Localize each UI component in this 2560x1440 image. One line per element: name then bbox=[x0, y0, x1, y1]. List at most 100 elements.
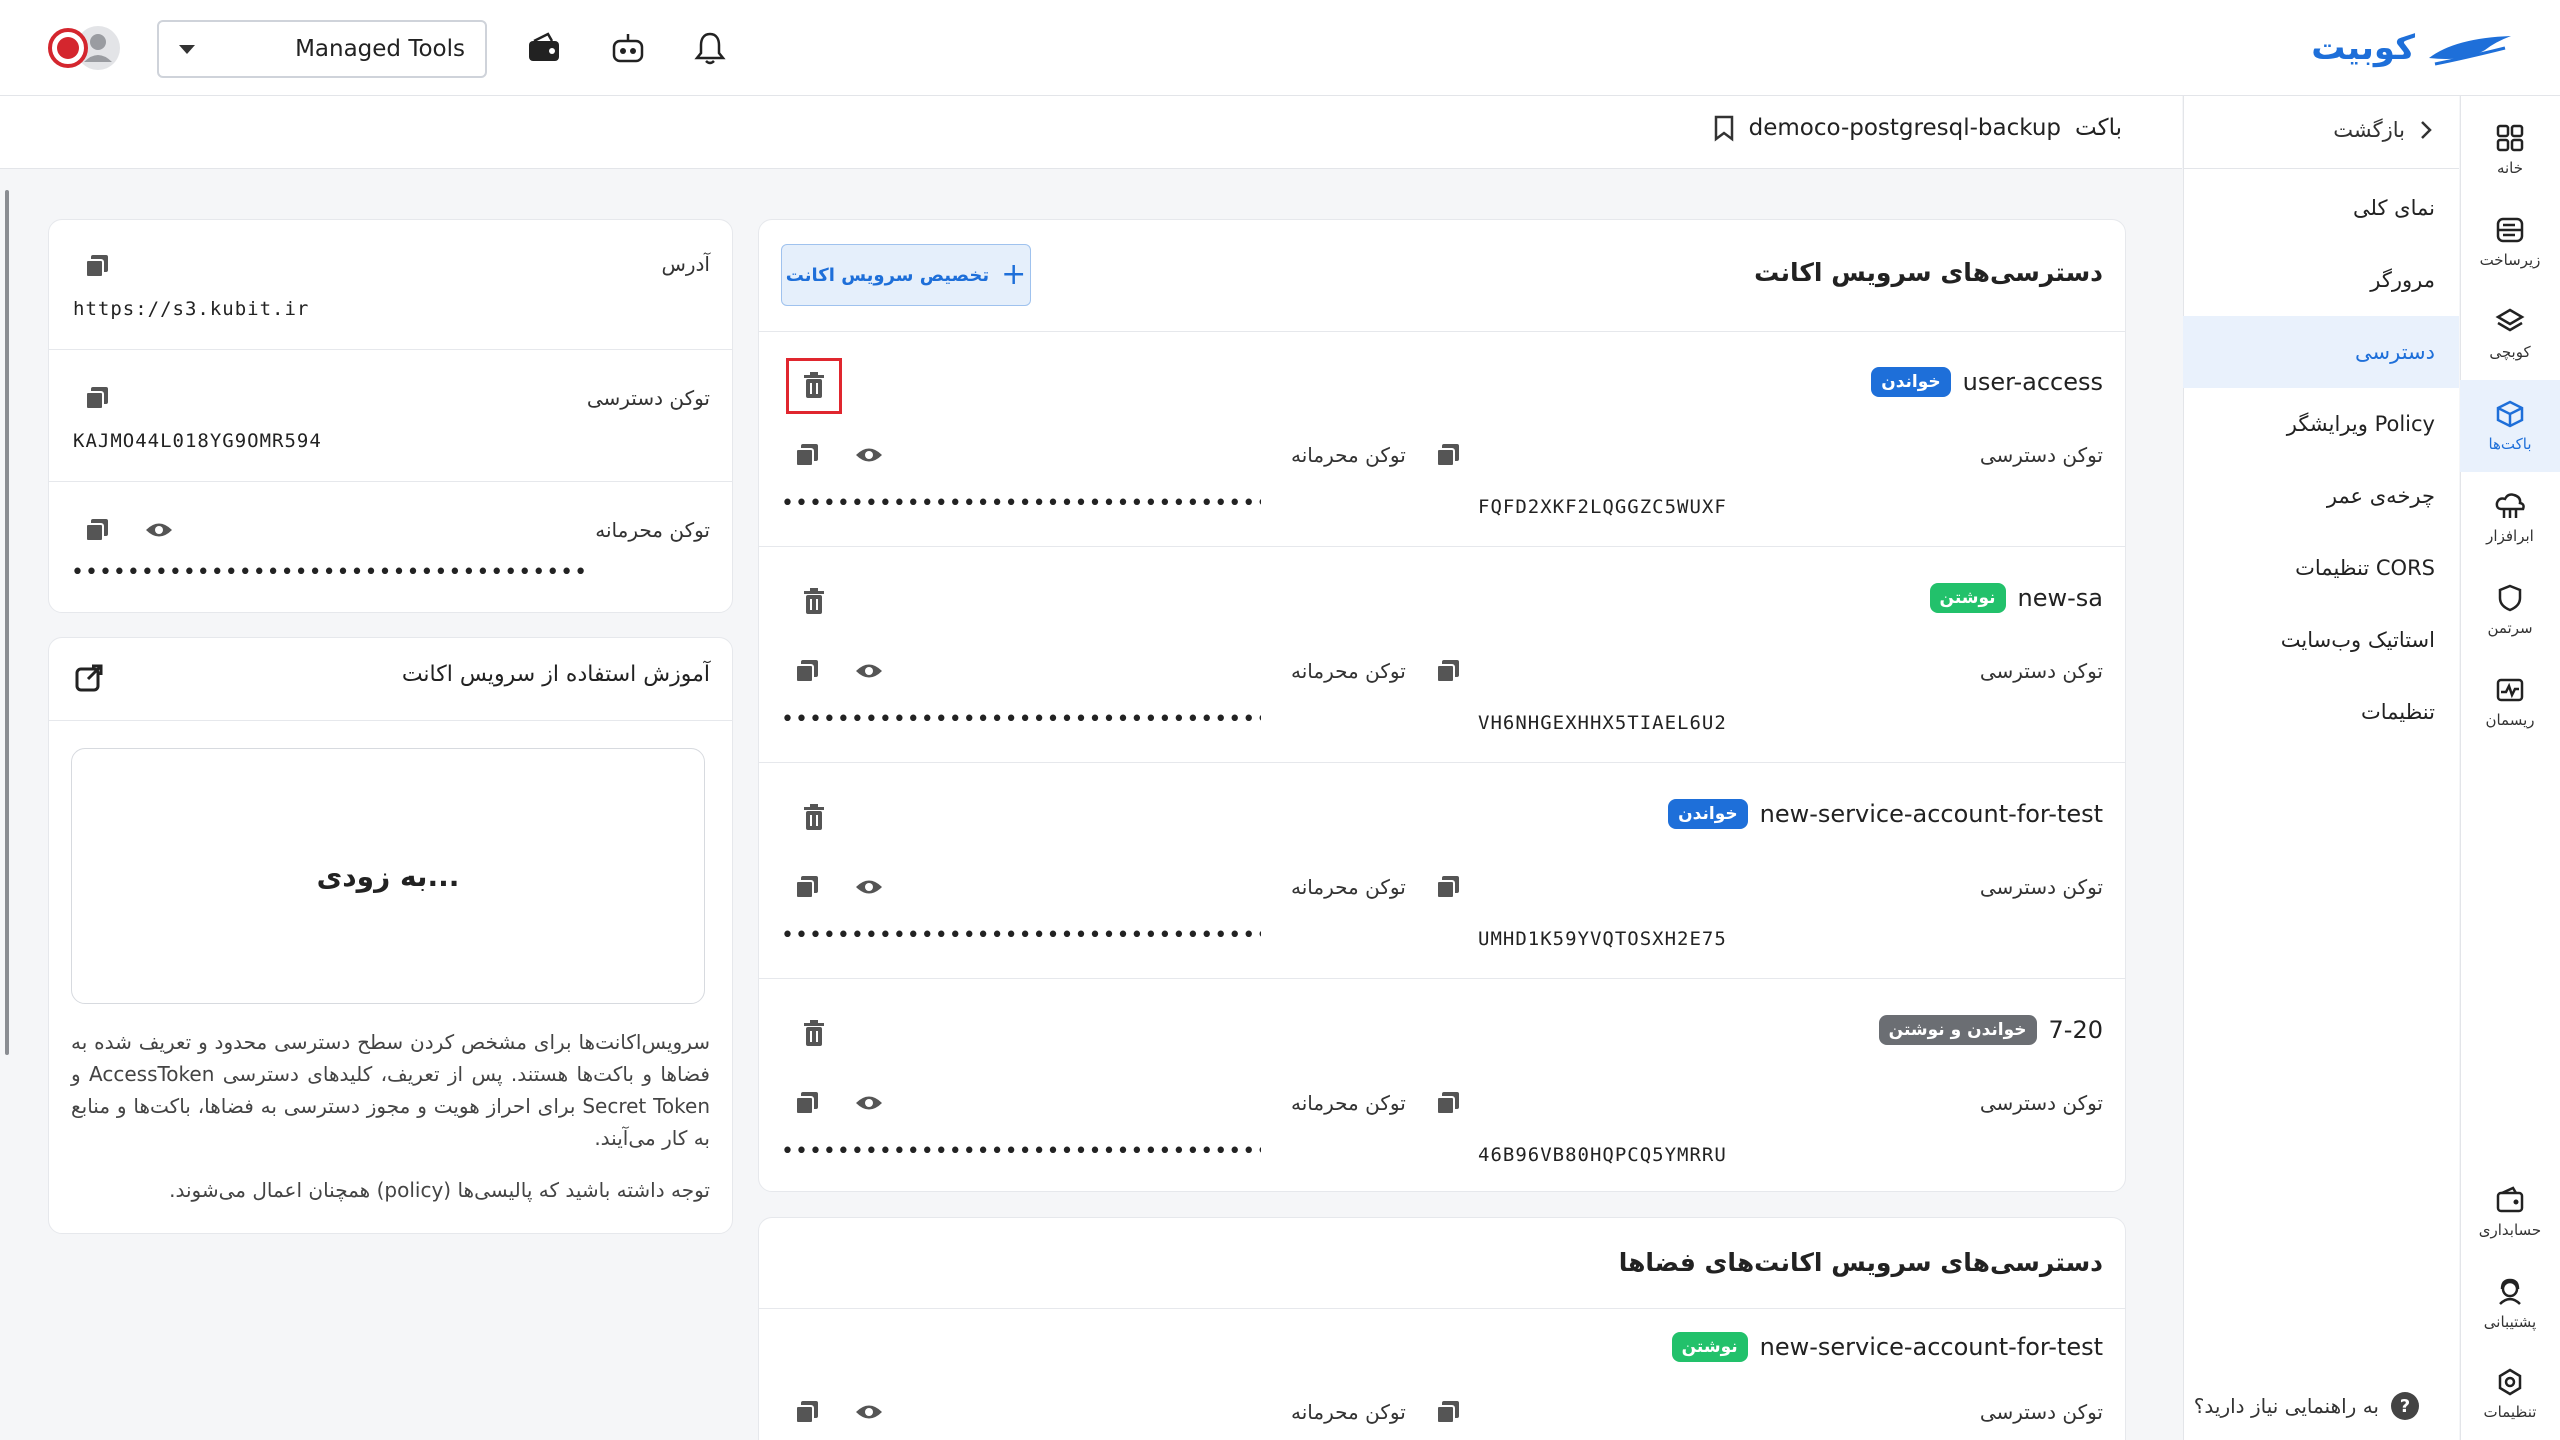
copy-icon[interactable] bbox=[789, 437, 825, 473]
rail-label: کوبچی bbox=[2489, 343, 2531, 361]
scrollbar[interactable] bbox=[5, 190, 9, 1055]
service-account-row: 7-20 خواندن و نوشتن توکن دسترسی 46B96VB8… bbox=[759, 979, 2125, 1195]
subnav-item-cors[interactable]: تنظیمات CORS bbox=[2183, 532, 2459, 604]
assign-service-account-button[interactable]: تخصیص سرویس اکانت + bbox=[781, 244, 1031, 306]
rail-label: ریسمان bbox=[2485, 711, 2535, 729]
access-token-label: توکن دسترسی bbox=[586, 386, 710, 410]
subnav-item-static-website[interactable]: استاتیک وب‌سایت bbox=[2183, 604, 2459, 676]
account-name: 7-20 bbox=[2048, 1016, 2103, 1044]
divider bbox=[49, 349, 732, 350]
eye-icon[interactable] bbox=[851, 1085, 887, 1121]
service-account-row: user-access خواندن توکن دسترسی FQFD2XKF2… bbox=[759, 331, 2125, 547]
permission-badge: خواندن و نوشتن bbox=[1878, 1015, 2037, 1045]
cloud-app-icon bbox=[2495, 493, 2525, 518]
subnav-item-policy-editor[interactable]: ویرایشگر Policy bbox=[2183, 388, 2459, 460]
rail-item-kubchi[interactable]: کوبچی bbox=[2460, 288, 2560, 380]
divider bbox=[49, 720, 732, 721]
subnav-item-overview[interactable]: نمای کلی bbox=[2183, 172, 2459, 244]
subnav-item-lifecycle[interactable]: چرخه‌ی عمر bbox=[2183, 460, 2459, 532]
eye-icon[interactable] bbox=[851, 1394, 887, 1430]
subnav-item-browser[interactable]: مرورگر bbox=[2183, 244, 2459, 316]
trash-icon[interactable] bbox=[796, 368, 832, 404]
user-avatar[interactable] bbox=[48, 24, 122, 72]
server-icon bbox=[2496, 217, 2524, 243]
service-account-name: new-service-account-for-test نوشتن bbox=[1671, 1332, 2103, 1362]
copy-icon[interactable] bbox=[79, 248, 115, 284]
access-token-label: توکن دسترسی bbox=[1979, 1400, 2103, 1424]
service-account-name: new-service-account-for-test خواندن bbox=[1668, 799, 2103, 829]
help-link[interactable]: به راهنمایی نیاز دارید؟ ? bbox=[2194, 1392, 2419, 1420]
trash-icon[interactable] bbox=[796, 800, 832, 836]
copy-icon[interactable] bbox=[79, 512, 115, 548]
copy-icon[interactable] bbox=[79, 380, 115, 416]
divider bbox=[49, 481, 732, 482]
rail-item-risman[interactable]: ریسمان bbox=[2460, 656, 2560, 748]
bot-icon[interactable] bbox=[608, 28, 648, 68]
rail-label: زیرساخت bbox=[2479, 251, 2541, 269]
copy-icon[interactable] bbox=[789, 1085, 825, 1121]
section-title: دسترسی‌های سرویس اکانت‌های فضاها bbox=[1618, 1248, 2103, 1277]
back-link[interactable]: بازگشت bbox=[2333, 118, 2433, 142]
rail-item-accounting[interactable]: حسابداری bbox=[2460, 1166, 2560, 1258]
permission-badge: خواندن bbox=[1871, 367, 1951, 397]
back-label: بازگشت bbox=[2333, 118, 2405, 142]
bookmark-icon[interactable] bbox=[1713, 114, 1735, 142]
rail-item-cloud-app[interactable]: ابرافزار bbox=[2460, 472, 2560, 564]
layers-icon bbox=[2495, 308, 2525, 332]
trash-icon[interactable] bbox=[796, 584, 832, 620]
endpoint-card: آدرس https://s3.kubit.ir توکن دسترسی KAJ… bbox=[48, 219, 733, 613]
main-rail: خانه زیرساخت کوبچی باکت‌ها ابرافزار سرتم… bbox=[2460, 96, 2560, 1440]
secret-token-label: توکن محرمانه bbox=[1291, 875, 1406, 899]
trash-icon[interactable] bbox=[796, 1016, 832, 1052]
rail-label: حسابداری bbox=[2478, 1221, 2542, 1239]
external-link-icon[interactable] bbox=[71, 660, 107, 696]
rail-item-infra[interactable]: زیرساخت bbox=[2460, 196, 2560, 288]
copy-icon[interactable] bbox=[1430, 1085, 1466, 1121]
copy-icon[interactable] bbox=[789, 653, 825, 689]
breadcrumb-prefix: باکت bbox=[2075, 115, 2122, 141]
eye-icon[interactable] bbox=[851, 437, 887, 473]
service-account-row: new-sa نوشتن توکن دسترسی VH6NHGEXHHX5TIA… bbox=[759, 547, 2125, 763]
brand-name: کوبیت bbox=[2311, 28, 2415, 68]
subnav-item-access[interactable]: دسترسی bbox=[2183, 316, 2459, 388]
section-title: دسترسی‌های سرویس اکانت bbox=[1754, 258, 2103, 287]
bell-icon[interactable] bbox=[690, 28, 730, 68]
copy-icon[interactable] bbox=[789, 869, 825, 905]
eye-icon[interactable] bbox=[851, 869, 887, 905]
tutorial-note: توجه داشته باشید که پالیسی‌ها (policy) ه… bbox=[169, 1178, 710, 1202]
brand[interactable]: کوبیت bbox=[2311, 24, 2515, 72]
rail-item-settings[interactable]: تنظیمات bbox=[2460, 1348, 2560, 1440]
tutorial-title: آموزش استفاده از سرویس اکانت bbox=[401, 662, 710, 687]
account-name: new-sa bbox=[2017, 584, 2103, 612]
rail-item-home[interactable]: خانه bbox=[2460, 104, 2560, 196]
organization-select[interactable]: Managed Tools bbox=[157, 20, 487, 78]
rail-item-support[interactable]: پشتیبانی bbox=[2460, 1258, 2560, 1350]
tutorial-card: آموزش استفاده از سرویس اکانت به زودی... … bbox=[48, 637, 733, 1234]
kubit-logo-icon bbox=[2425, 28, 2515, 68]
access-token-label: توکن دسترسی bbox=[1979, 1091, 2103, 1115]
permission-badge: نوشتن bbox=[1671, 1332, 1748, 1362]
rail-label: سرتمن bbox=[2487, 619, 2533, 637]
divider bbox=[2184, 168, 2459, 169]
support-icon bbox=[2499, 1278, 2521, 1305]
copy-icon[interactable] bbox=[789, 1394, 825, 1430]
eye-icon[interactable] bbox=[141, 512, 177, 548]
plus-icon: + bbox=[1001, 257, 1027, 292]
copy-icon[interactable] bbox=[1430, 1394, 1466, 1430]
access-token-label: توکن دسترسی bbox=[1979, 443, 2103, 467]
secret-token-label: توکن محرمانه bbox=[1291, 1400, 1406, 1424]
wallet-icon bbox=[2496, 1186, 2524, 1213]
access-token-label: توکن دسترسی bbox=[1979, 659, 2103, 683]
subnav-item-settings[interactable]: تنظیمات bbox=[2183, 676, 2459, 748]
secret-token-label: توکن محرمانه bbox=[1291, 1091, 1406, 1115]
copy-icon[interactable] bbox=[1430, 869, 1466, 905]
service-account-name: 7-20 خواندن و نوشتن bbox=[1878, 1015, 2103, 1045]
service-account-name: new-sa نوشتن bbox=[1929, 583, 2103, 613]
rail-item-buckets[interactable]: باکت‌ها bbox=[2460, 380, 2560, 472]
rail-item-sertman[interactable]: سرتمن bbox=[2460, 564, 2560, 656]
wallet-icon[interactable] bbox=[524, 28, 564, 68]
access-token-value: FQFD2XKF2LQGGZC5WUXF bbox=[1478, 496, 1727, 518]
copy-icon[interactable] bbox=[1430, 437, 1466, 473]
copy-icon[interactable] bbox=[1430, 653, 1466, 689]
eye-icon[interactable] bbox=[851, 653, 887, 689]
